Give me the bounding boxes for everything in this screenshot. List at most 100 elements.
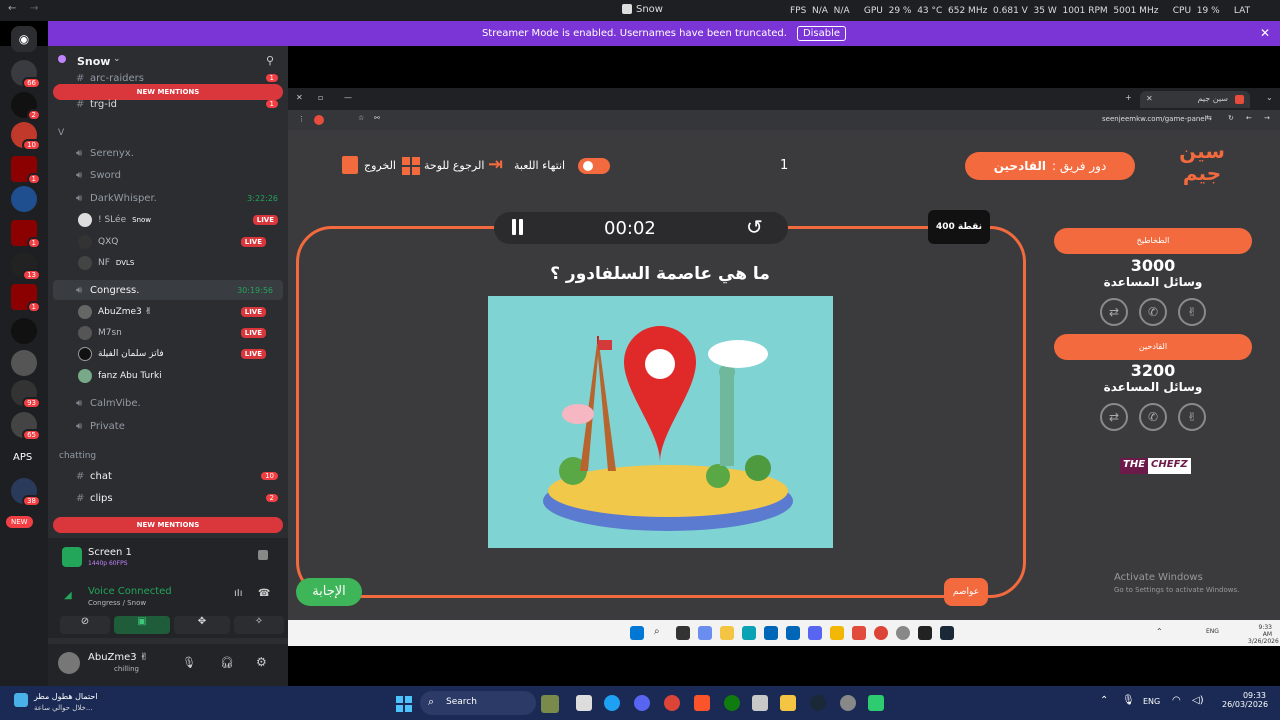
channel-item[interactable]: # arc-raiders 1 xyxy=(48,72,288,84)
screen-share-button[interactable]: ▣ xyxy=(114,616,170,634)
minimize-icon[interactable]: — xyxy=(344,93,352,102)
server-icon[interactable]: 1 xyxy=(11,156,41,185)
arrow-right-icon[interactable]: ⇥ xyxy=(488,154,503,175)
steam-icon[interactable] xyxy=(940,626,954,640)
discord-icon[interactable] xyxy=(808,626,822,640)
user-status[interactable]: chilling xyxy=(114,665,139,673)
voice-status[interactable]: Voice Connected xyxy=(88,586,172,597)
weather-sub[interactable]: خلال حوالي ساعة... xyxy=(34,704,93,712)
windows-start-icon[interactable] xyxy=(396,696,412,712)
phone-icon[interactable]: ✆ xyxy=(1139,403,1167,431)
app-icon[interactable] xyxy=(918,626,932,640)
edge-icon[interactable] xyxy=(742,626,756,640)
forward-icon[interactable]: → xyxy=(30,3,38,14)
search-box[interactable]: ⌕ Search xyxy=(420,691,536,715)
menu-icon[interactable]: ⋮ xyxy=(298,115,305,123)
pause-icon[interactable] xyxy=(519,219,523,235)
activities-button[interactable]: ✥ xyxy=(174,616,230,634)
board-icon[interactable] xyxy=(402,157,420,175)
pause-icon[interactable] xyxy=(512,219,516,235)
voice-user[interactable]: fanz Abu Turki xyxy=(78,366,278,386)
clock[interactable]: 09:33 26/03/2026 xyxy=(1222,691,1268,709)
stop-stream-icon[interactable] xyxy=(258,550,268,560)
video-off-button[interactable]: ⊘ xyxy=(60,616,110,634)
swap-question-icon[interactable]: ⇄ xyxy=(1100,403,1128,431)
task-view-icon[interactable] xyxy=(576,695,592,711)
back-icon[interactable]: ← xyxy=(8,3,16,14)
server-icon[interactable]: 66 xyxy=(11,60,41,89)
category-label[interactable]: chatting xyxy=(59,451,96,461)
voice-user[interactable]: ! SLée Snow LIVE xyxy=(78,210,278,230)
server-icon[interactable]: 2 xyxy=(11,92,41,121)
new-mentions-banner[interactable]: NEW MENTIONS xyxy=(53,517,283,533)
server-icon[interactable] xyxy=(11,186,37,212)
tab-title[interactable]: سين جيم xyxy=(1198,94,1228,103)
close-icon[interactable]: ✕ xyxy=(296,93,303,102)
voice-user[interactable]: QXQ LIVE xyxy=(78,232,278,252)
close-icon[interactable]: ✕ xyxy=(1146,94,1153,103)
back-to-board-button[interactable]: الرجوع للوحة xyxy=(424,159,484,172)
disable-button[interactable]: Disable xyxy=(796,26,847,41)
voice-channel-active[interactable]: 🔊︎ Congress. 30:19:56 xyxy=(53,280,283,300)
settings-icon[interactable] xyxy=(896,626,910,640)
restore-icon[interactable]: ▫ xyxy=(318,93,323,102)
voice-channel[interactable]: 🔊︎ Sword xyxy=(48,165,288,185)
store-icon[interactable] xyxy=(764,626,778,640)
close-icon[interactable]: ✕ xyxy=(1260,26,1270,40)
xbox-icon[interactable] xyxy=(724,695,740,711)
chrome-icon[interactable] xyxy=(664,695,680,711)
windows-start-icon[interactable] xyxy=(630,626,644,640)
tray-chevron-icon[interactable]: ⌃ xyxy=(1156,627,1163,636)
translate-icon[interactable]: ⇆ xyxy=(1206,114,1212,122)
search-icon[interactable]: ⌕ xyxy=(654,626,668,640)
add-friend-icon[interactable]: ⚲ xyxy=(266,54,274,67)
exit-button[interactable]: الخروج xyxy=(364,159,396,172)
settings-icon[interactable] xyxy=(840,695,856,711)
voice-channel[interactable]: 🔊︎ CalmVibe. xyxy=(48,393,288,413)
channel-item[interactable]: # clips 2 xyxy=(48,488,288,508)
edge-icon[interactable] xyxy=(604,695,620,711)
voice-channel[interactable]: 🔊︎ DarkWhisper. 3:22:26 xyxy=(48,188,288,208)
forward-icon[interactable]: → xyxy=(1264,114,1270,122)
server-icon[interactable]: 65 xyxy=(11,412,41,441)
server-icon[interactable]: 13 xyxy=(11,252,41,281)
steam-icon[interactable] xyxy=(810,695,826,711)
end-game-button[interactable]: انتهاء اللعبة xyxy=(514,159,565,172)
noise-icon[interactable]: ıIı xyxy=(234,588,243,599)
voice-user[interactable]: فاتز سلمان الفيلة LIVE xyxy=(78,344,278,364)
aps-server-label[interactable]: APS xyxy=(13,452,32,463)
swap-question-icon[interactable]: ⇄ xyxy=(1100,298,1128,326)
clock[interactable]: 9:33 AM 3/26/2026 xyxy=(1248,624,1279,645)
disconnect-icon[interactable]: ☎ xyxy=(258,588,270,599)
voice-user[interactable]: M7sn LIVE xyxy=(78,323,278,343)
reset-timer-icon[interactable]: ↺ xyxy=(746,215,763,239)
extension-icon[interactable] xyxy=(314,115,324,125)
tray-chevron-icon[interactable]: ⌃ xyxy=(1100,695,1108,706)
answer-button[interactable]: الإجابة xyxy=(296,578,362,606)
browser-tab[interactable]: ✕ سين جيم xyxy=(1140,91,1250,108)
voice-channel[interactable]: 🔊︎ Serenyx. xyxy=(48,143,288,163)
toggle-switch[interactable] xyxy=(578,158,610,174)
weather-title[interactable]: احتمال هطول مطر xyxy=(34,692,98,701)
voice-user[interactable]: NF DVLS xyxy=(78,253,278,273)
headphones-icon[interactable]: 🎧︎ xyxy=(220,656,234,669)
user-name[interactable]: AbuZme3 ✌ xyxy=(88,652,148,663)
signal-icon[interactable]: ◢ xyxy=(64,590,72,601)
file-explorer-icon[interactable] xyxy=(780,695,796,711)
server-name[interactable]: Snow xyxy=(77,55,110,68)
voice-location[interactable]: Congress / Snow xyxy=(88,599,146,607)
app-icon[interactable] xyxy=(541,695,559,713)
channel-item[interactable]: # chat 10 xyxy=(48,466,288,486)
voice-channel[interactable]: 🔊︎ Private xyxy=(48,416,288,436)
app-icon[interactable] xyxy=(852,626,866,640)
language-indicator[interactable]: ENG xyxy=(1143,697,1160,706)
victory-hand-icon[interactable]: ✌ xyxy=(1178,403,1206,431)
wifi-icon[interactable]: ◠ xyxy=(1172,695,1181,706)
reload-icon[interactable]: ↻ xyxy=(1228,114,1234,122)
gear-icon[interactable]: ⚙ xyxy=(256,655,267,669)
server-icon[interactable]: 1 xyxy=(11,220,41,249)
microphone-icon[interactable]: 🎙︎ xyxy=(1122,695,1135,706)
server-icon[interactable]: 1 xyxy=(11,284,41,313)
task-view-icon[interactable] xyxy=(676,626,690,640)
avatar[interactable] xyxy=(58,652,80,674)
